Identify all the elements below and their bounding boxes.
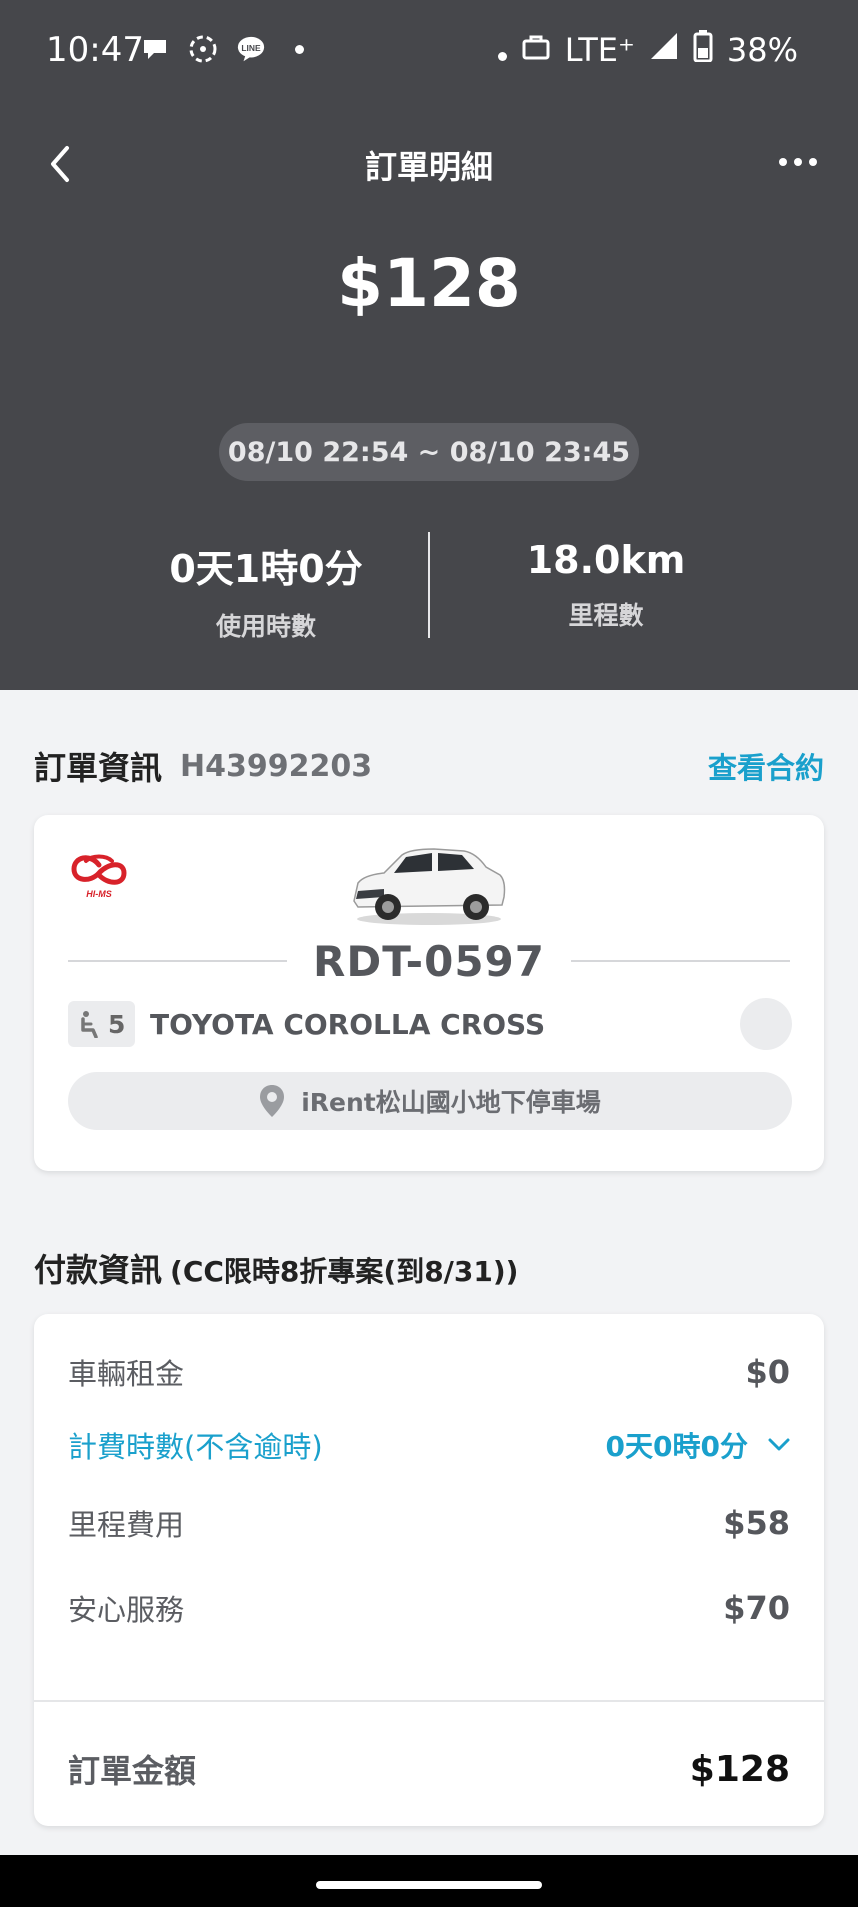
rental-fee-row: 車輛租金 $0	[68, 1348, 790, 1396]
billing-hours-label: 計費時數(不含逾時)	[68, 1430, 323, 1464]
status-right: LTE⁺ 38%	[497, 30, 798, 70]
network-label: LTE⁺	[564, 31, 635, 69]
system-navigation-bar	[0, 1855, 858, 1907]
svg-text:LINE: LINE	[241, 43, 261, 53]
billing-hours-value: 0天0時0分	[606, 1425, 790, 1465]
payment-info-header: 付款資訊 (CC限時8折專案(到8/31))	[34, 1245, 518, 1291]
brand-logo: HI-MS	[68, 851, 130, 903]
order-info-header: 訂單資訊 H43992203 查看合約	[34, 744, 824, 788]
mileage-fee-label: 里程費用	[68, 1508, 185, 1542]
mileage-fee-row: 里程費用 $58	[68, 1499, 790, 1547]
mileage-value: 18.0km	[526, 538, 686, 582]
license-plate: RDT-0597	[313, 936, 546, 986]
rental-period: 08/10 22:54 ~ 08/10 23:45	[219, 423, 639, 481]
battery-icon	[693, 30, 713, 70]
order-number: H43992203	[180, 748, 373, 784]
seat-count: 5	[108, 1009, 126, 1039]
payment-card: 車輛租金 $0 計費時數(不含逾時) 0天0時0分 里程費用 $58 安心服務 …	[34, 1314, 824, 1826]
rental-fee-amount: $0	[745, 1353, 790, 1391]
billing-hours-row[interactable]: 計費時數(不含逾時) 0天0時0分	[68, 1421, 790, 1469]
seat-count-badge: 5	[68, 1001, 136, 1047]
car-model: TOYOTA COROLLA CROSS	[150, 1007, 546, 1041]
seat-icon	[81, 1011, 98, 1038]
order-info-title: 訂單資訊	[34, 749, 163, 787]
page-title: 訂單明細	[364, 148, 493, 186]
insurance-row: 安心服務 $70	[68, 1584, 790, 1632]
view-contract-link[interactable]: 查看合約	[708, 745, 824, 787]
pinwheel-icon	[188, 34, 218, 64]
payment-info-title: 付款資訊	[34, 1251, 163, 1289]
vehicle-card: HI-MS RDT-0597 5 TOYOTA COROLLA CROSS iR…	[34, 815, 824, 1171]
more-horizontal-icon	[779, 158, 787, 166]
payment-divider	[34, 1700, 824, 1702]
location-pin-icon	[260, 1085, 285, 1117]
duration-label: 使用時數	[215, 612, 316, 641]
divider-line	[571, 960, 791, 962]
line-icon: LINE	[236, 34, 266, 64]
stat-divider	[428, 532, 430, 638]
notification-icons: LINE	[140, 34, 314, 64]
rental-fee-label: 車輛租金	[68, 1357, 185, 1391]
battery-percent: 38%	[726, 31, 798, 69]
divider-line	[68, 960, 287, 962]
location-name: iRent松山國小地下停車場	[301, 1088, 601, 1117]
mileage: 18.0km 里程數	[456, 538, 756, 632]
order-total-amount: $128	[337, 245, 521, 322]
mileage-fee-amount: $58	[723, 1504, 790, 1542]
order-header: 10:47 LINE LTE⁺ 38% 訂單明細 $128 08/10 22:5…	[0, 0, 858, 690]
order-total-row: 訂單金額 $128	[68, 1742, 790, 1796]
pickup-location[interactable]: iRent松山國小地下停車場	[68, 1072, 792, 1130]
insurance-amount: $70	[723, 1589, 790, 1627]
order-total-label: 訂單金額	[68, 1752, 197, 1790]
order-total-value: $128	[689, 1748, 790, 1790]
status-bar: 10:47 LINE LTE⁺ 38%	[0, 0, 858, 105]
brand-logo-text: HI-MS	[86, 889, 112, 899]
duration-value: 0天1時0分	[169, 547, 363, 591]
car-image	[344, 831, 514, 931]
plate-row: RDT-0597	[68, 933, 791, 989]
model-info-button[interactable]	[740, 998, 792, 1050]
status-time: 10:47	[46, 30, 144, 70]
dot-icon	[497, 31, 507, 69]
home-gesture-bar[interactable]	[316, 1881, 542, 1889]
chat-bubble-icon	[140, 34, 170, 64]
dot-icon	[284, 34, 314, 64]
mileage-label: 里程數	[568, 601, 644, 630]
briefcase-icon	[521, 31, 551, 69]
billing-hours-amount: 0天0時0分	[605, 1430, 748, 1463]
promotion-label: (CC限時8折專案(到8/31))	[170, 1255, 519, 1288]
signal-icon	[649, 31, 679, 69]
more-options-button[interactable]	[768, 140, 828, 184]
usage-duration: 0天1時0分 使用時數	[116, 538, 416, 643]
insurance-label: 安心服務	[68, 1593, 185, 1627]
chevron-down-icon	[768, 1438, 790, 1451]
